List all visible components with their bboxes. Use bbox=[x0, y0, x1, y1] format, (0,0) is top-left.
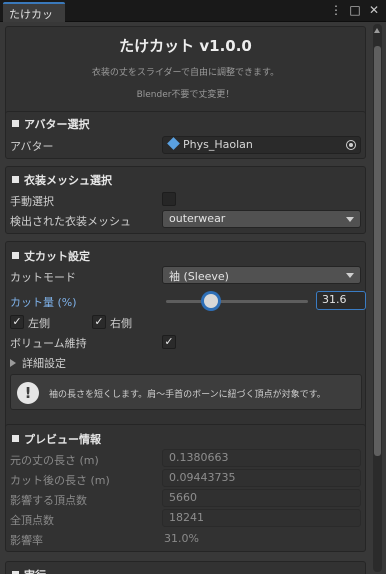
app-tagline: Blender不要で丈変更！ bbox=[136, 90, 235, 100]
impact-ratio-label: 影響率 bbox=[10, 534, 43, 547]
right-side-label: 右側 bbox=[110, 317, 132, 330]
affected-vertices-field: 5660 bbox=[162, 489, 361, 507]
right-side-checkbox[interactable]: ✓ bbox=[92, 315, 106, 329]
inspector-content: たけカット v1.0.0 衣装の丈をスライダーで自由に調整できます。 Blend… bbox=[0, 22, 386, 574]
vertical-scrollbar[interactable] bbox=[373, 24, 382, 572]
cut-length-label: カット後の長さ (m) bbox=[10, 474, 110, 487]
advanced-settings-foldout[interactable]: 詳細設定 bbox=[10, 355, 66, 371]
cut-mode-value: 袖 (Sleeve) bbox=[169, 270, 229, 283]
cut-section-title: 丈カット設定 bbox=[12, 248, 90, 264]
advanced-settings-label: 詳細設定 bbox=[22, 357, 66, 370]
cut-length-value: 0.09443735 bbox=[169, 471, 236, 484]
cut-length-field: 0.09443735 bbox=[162, 469, 361, 487]
window-titlebar: たけカット ⋮ □ ✕ bbox=[0, 0, 386, 37]
header-card: たけカット v1.0.0 衣装の丈をスライダーで自由に調整できます。 Blend… bbox=[5, 26, 366, 121]
detected-mesh-value: outerwear bbox=[169, 212, 226, 225]
avatar-object-field[interactable]: Phys_Haolan bbox=[162, 136, 361, 154]
cut-amount-slider-handle[interactable] bbox=[203, 294, 218, 308]
original-length-field: 0.1380663 bbox=[162, 449, 361, 467]
volume-keep-label: ボリューム維持 bbox=[10, 337, 87, 350]
scroll-up-arrow-icon[interactable] bbox=[374, 28, 380, 33]
cut-settings-section: 丈カット設定 カットモード 袖 (Sleeve) カット量 (%) 31.6 ✓… bbox=[5, 241, 366, 433]
affected-vertices-value: 5660 bbox=[169, 491, 197, 504]
window-controls: ⋮ □ ✕ bbox=[330, 3, 380, 17]
left-side-checkbox[interactable]: ✓ bbox=[10, 315, 24, 329]
detected-mesh-label: 検出された衣装メッシュ bbox=[10, 215, 131, 228]
cut-amount-label: カット量 (%) bbox=[10, 296, 77, 309]
original-length-label: 元の丈の長さ (m) bbox=[10, 454, 99, 467]
window-tab[interactable]: たけカット bbox=[3, 2, 65, 37]
cut-help-box: ! 袖の長さを短くします。肩～手首のボーンに紐づく頂点が対象です。 bbox=[10, 374, 362, 410]
affected-vertices-label: 影響する頂点数 bbox=[10, 494, 87, 507]
volume-keep-checkbox[interactable]: ✓ bbox=[162, 335, 176, 349]
avatar-section-title: アバター選択 bbox=[12, 116, 90, 132]
original-length-value: 0.1380663 bbox=[169, 451, 229, 464]
cut-amount-slider-track[interactable] bbox=[166, 300, 308, 303]
mesh-section: 衣装メッシュ選択 手動選択 検出された衣装メッシュ outerwear bbox=[5, 166, 366, 234]
preview-section-title: プレビュー情報 bbox=[12, 431, 101, 447]
cut-amount-input[interactable]: 31.6 bbox=[316, 291, 366, 310]
execute-section-title: 実行 bbox=[12, 567, 46, 574]
avatar-section: アバター選択 アバター Phys_Haolan bbox=[5, 111, 366, 159]
cut-mode-dropdown[interactable]: 袖 (Sleeve) bbox=[162, 266, 361, 284]
maximize-icon[interactable]: □ bbox=[349, 3, 361, 17]
object-picker-icon[interactable] bbox=[346, 140, 356, 150]
total-vertices-field: 18241 bbox=[162, 509, 361, 527]
avatar-label: アバター bbox=[10, 140, 54, 153]
app-subtitle: 衣装の丈をスライダーで自由に調整できます。 bbox=[91, 68, 280, 78]
avatar-value: Phys_Haolan bbox=[183, 138, 253, 151]
foldout-arrow-icon bbox=[10, 359, 16, 367]
chevron-down-icon bbox=[346, 273, 354, 278]
total-vertices-value: 18241 bbox=[169, 511, 204, 524]
info-icon: ! bbox=[17, 382, 39, 404]
detected-mesh-dropdown[interactable]: outerwear bbox=[162, 210, 361, 228]
prefab-icon bbox=[167, 137, 180, 150]
manual-select-label: 手動選択 bbox=[10, 195, 54, 208]
menu-dots-icon[interactable]: ⋮ bbox=[330, 3, 342, 17]
app-title: たけカット v1.0.0 bbox=[119, 37, 252, 55]
left-side-label: 左側 bbox=[28, 317, 50, 330]
manual-select-checkbox[interactable] bbox=[162, 192, 176, 206]
scrollbar-thumb[interactable] bbox=[374, 46, 381, 456]
execute-section: 実行 bbox=[5, 561, 366, 574]
preview-section: プレビュー情報 元の丈の長さ (m) 0.1380663 カット後の長さ (m)… bbox=[5, 424, 366, 552]
chevron-down-icon bbox=[346, 217, 354, 222]
cut-mode-label: カットモード bbox=[10, 271, 76, 284]
mesh-section-title: 衣装メッシュ選択 bbox=[12, 172, 112, 188]
total-vertices-label: 全頂点数 bbox=[10, 514, 54, 527]
close-icon[interactable]: ✕ bbox=[368, 3, 380, 17]
cut-help-text: 袖の長さを短くします。肩～手首のボーンに紐づく頂点が対象です。 bbox=[49, 390, 326, 400]
cut-amount-value: 31.6 bbox=[322, 293, 347, 306]
impact-ratio-value: 31.0% bbox=[164, 532, 199, 545]
